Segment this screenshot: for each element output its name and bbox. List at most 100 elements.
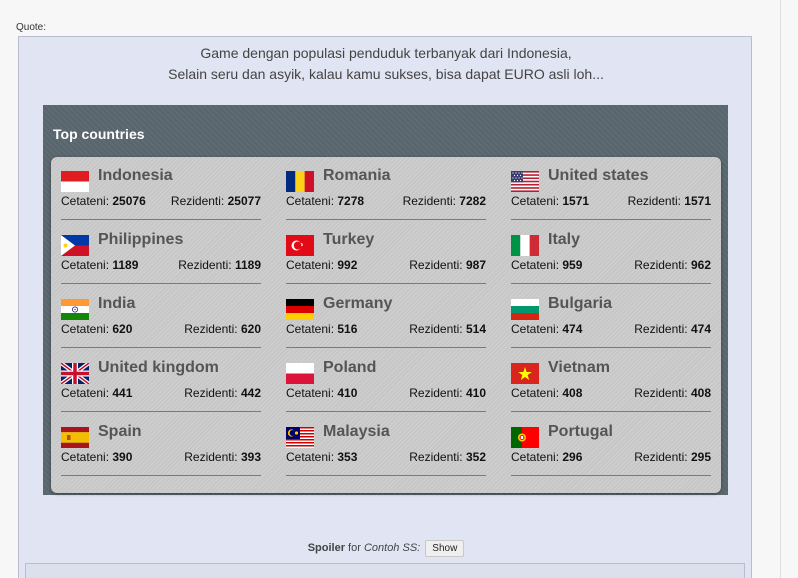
country-name[interactable]: Bulgaria (548, 295, 612, 313)
country-name[interactable]: Italy (548, 231, 580, 249)
residents-label: Rezidenti: (634, 386, 688, 400)
residents-value: 1571 (684, 194, 711, 208)
residents-label: Rezidenti: (634, 258, 688, 272)
country-entry: Indonesia Cetateni: 25076 Rezidenti: 25077 (61, 167, 261, 231)
country-name[interactable]: Spain (98, 423, 142, 441)
residents-stat: Rezidenti: 1571 (628, 194, 711, 208)
spoiler-label: Spoiler (307, 542, 345, 554)
citizens-value: 408 (562, 386, 583, 400)
residents-stat: Rezidenti: 514 (409, 322, 486, 336)
intro-line-2: Selain seru dan asyik, kalau kamu sukses… (168, 66, 604, 82)
citizens-label: Cetateni: (511, 450, 560, 464)
country-name[interactable]: Portugal (548, 423, 613, 441)
country-stats: Cetateni: 992 Rezidenti: 987 (286, 258, 486, 272)
citizens-stat: Cetateni: 1189 (61, 258, 138, 272)
country-entry: United kingdom Cetateni: 441 Rezidenti: 44… (61, 359, 261, 423)
country-entry: India Cetateni: 620 Rezidenti: 620 (61, 295, 261, 359)
romania-flag-icon (286, 171, 314, 192)
country-entry: Germany Cetateni: 516 Rezidenti: 514 (286, 295, 486, 359)
country-stats: Cetateni: 353 Rezidenti: 352 (286, 450, 486, 464)
country-entry: Romania Cetateni: 7278 Rezidenti: 7282 (286, 167, 486, 231)
entry-divider (61, 283, 261, 284)
residents-label: Rezidenti: (184, 322, 238, 336)
country-name[interactable]: Philippines (98, 231, 183, 249)
citizens-label: Cetateni: (511, 322, 560, 336)
entry-divider (61, 475, 261, 476)
residents-stat: Rezidenti: 987 (409, 258, 486, 272)
residents-label: Rezidenti: (184, 386, 238, 400)
entry-divider (61, 411, 261, 412)
citizens-stat: Cetateni: 959 (511, 258, 582, 272)
country-name[interactable]: India (98, 295, 135, 313)
country-stats: Cetateni: 516 Rezidenti: 514 (286, 322, 486, 336)
country-name[interactable]: Vietnam (548, 359, 610, 377)
residents-label: Rezidenti: (184, 450, 238, 464)
citizens-label: Cetateni: (61, 386, 110, 400)
country-name[interactable]: Poland (323, 359, 376, 377)
residents-value: 410 (465, 386, 486, 400)
malaysia-flag-icon (286, 427, 314, 448)
india-flag-icon (61, 299, 89, 320)
intro-text: Game dengan populasi penduduk terbanyak … (19, 43, 753, 85)
residents-stat: Rezidenti: 408 (634, 386, 711, 400)
country-entry: United states Cetateni: 1571 Rezidenti: 15… (511, 167, 711, 231)
citizens-value: 410 (337, 386, 358, 400)
residents-label: Rezidenti: (634, 450, 688, 464)
entry-divider (511, 347, 711, 348)
citizens-stat: Cetateni: 25076 (61, 194, 146, 208)
citizens-label: Cetateni: (286, 322, 335, 336)
entry-divider (511, 411, 711, 412)
page-right-divider (780, 0, 781, 578)
citizens-label: Cetateni: (286, 258, 335, 272)
citizens-stat: Cetateni: 1571 (511, 194, 589, 208)
entry-divider (286, 411, 486, 412)
country-name[interactable]: United states (548, 167, 648, 185)
citizens-stat: Cetateni: 620 (61, 322, 132, 336)
page-right-margin (752, 0, 798, 578)
citizens-stat: Cetateni: 390 (61, 450, 132, 464)
citizens-value: 1189 (112, 258, 139, 272)
entry-divider (511, 283, 711, 284)
country-stats: Cetateni: 474 Rezidenti: 474 (511, 322, 711, 336)
residents-stat: Rezidenti: 442 (184, 386, 261, 400)
vietnam-flag-icon (511, 363, 539, 384)
italy-flag-icon (511, 235, 539, 256)
uk-flag-icon (61, 363, 89, 384)
entry-divider (286, 475, 486, 476)
poland-flag-icon (286, 363, 314, 384)
citizens-stat: Cetateni: 408 (511, 386, 582, 400)
citizens-value: 620 (112, 322, 133, 336)
country-name[interactable]: Germany (323, 295, 392, 313)
residents-label: Rezidenti: (627, 194, 681, 208)
citizens-value: 441 (112, 386, 133, 400)
spoiler-show-button[interactable]: Show (425, 540, 465, 557)
country-name[interactable]: Turkey (323, 231, 374, 249)
indonesia-flag-icon (61, 171, 89, 192)
usa-flag-icon (511, 171, 539, 192)
country-stats: Cetateni: 620 Rezidenti: 620 (61, 322, 261, 336)
residents-value: 442 (240, 386, 261, 400)
residents-value: 25077 (227, 194, 261, 208)
entry-divider (286, 283, 486, 284)
residents-value: 408 (690, 386, 711, 400)
country-name[interactable]: United kingdom (98, 359, 219, 377)
residents-stat: Rezidenti: 474 (634, 322, 711, 336)
country-stats: Cetateni: 25076 Rezidenti: 25077 (61, 194, 261, 208)
residents-value: 1189 (234, 258, 261, 272)
country-entry: Spain Cetateni: 390 Rezidenti: 393 (61, 423, 261, 487)
citizens-label: Cetateni: (286, 194, 335, 208)
country-name[interactable]: Romania (323, 167, 391, 185)
country-entry: Poland Cetateni: 410 Rezidenti: 410 (286, 359, 486, 423)
country-name[interactable]: Indonesia (98, 167, 173, 185)
residents-stat: Rezidenti: 1189 (178, 258, 261, 272)
country-entry: Italy Cetateni: 959 Rezidenti: 962 (511, 231, 711, 295)
entry-divider (61, 219, 261, 220)
residents-value: 987 (465, 258, 486, 272)
citizens-value: 296 (562, 450, 583, 464)
entry-divider (511, 475, 711, 476)
widget-title: Top countries (53, 126, 145, 142)
country-name[interactable]: Malaysia (323, 423, 390, 441)
country-stats: Cetateni: 7278 Rezidenti: 7282 (286, 194, 486, 208)
country-stats: Cetateni: 408 Rezidenti: 408 (511, 386, 711, 400)
quote-label: Quote: (16, 22, 47, 33)
